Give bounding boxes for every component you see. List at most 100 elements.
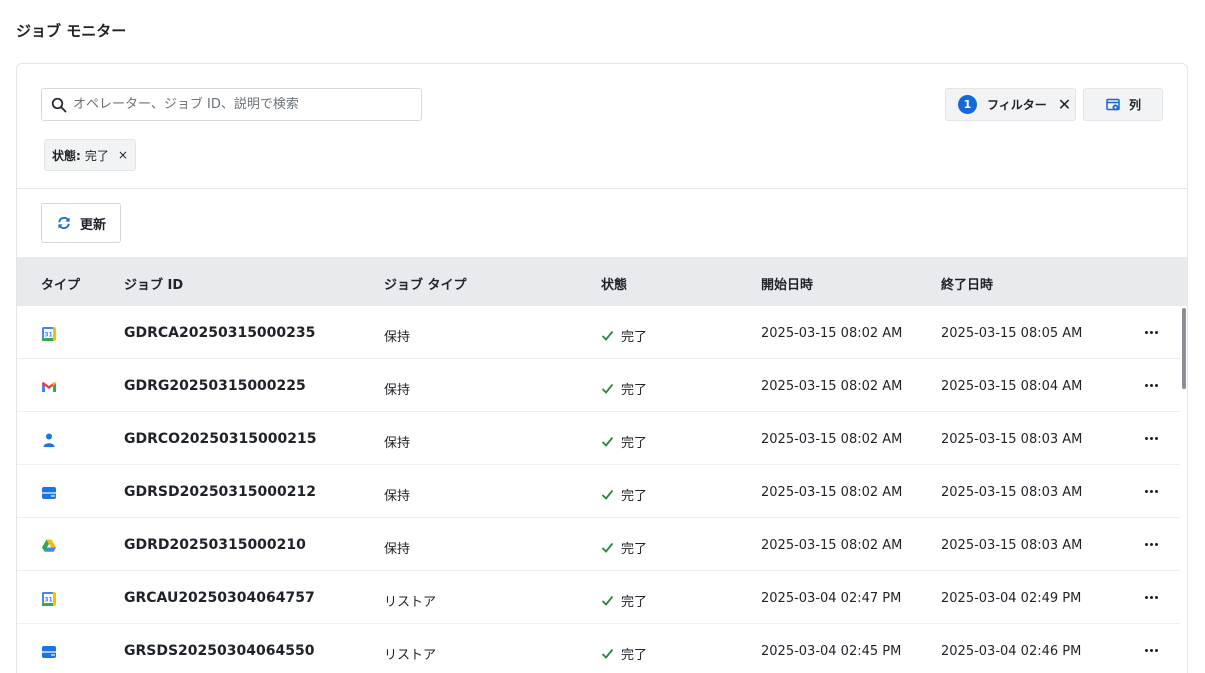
status-text: 完了 [621,648,648,663]
start-time-cell: 2025-03-04 02:45 PM [761,644,902,659]
column-header-end[interactable]: 終了日時 [941,274,993,293]
end-time-cell: 2025-03-04 02:46 PM [941,644,1082,659]
google-drive-icon [41,538,57,554]
end-time-cell: 2025-03-04 02:49 PM [941,591,1082,606]
start-time-cell: 2025-03-04 02:47 PM [761,591,902,606]
google-calendar-icon: 31 [41,591,57,607]
gmail-icon [41,379,57,395]
column-header-type[interactable]: タイプ [41,274,80,293]
check-icon [601,383,614,394]
check-icon [601,436,614,447]
table-row[interactable]: GDRCO20250315000215 保持 完了 2025-03-15 08:… [17,412,1180,465]
columns-settings-icon [1106,98,1120,110]
status-cell: 完了 [601,432,647,451]
status-text: 完了 [621,383,648,398]
search-icon [51,97,67,112]
job-type-cell: 保持 [384,489,411,504]
refresh-button-label: 更新 [80,217,107,233]
columns-button[interactable]: 列 [1083,88,1163,121]
scrollbar-thumb[interactable] [1182,308,1186,389]
search-box[interactable] [41,88,422,121]
filter-button-label: フィルター [987,98,1047,112]
column-header-start[interactable]: 開始日時 [761,274,813,293]
table-row[interactable]: 31 GDRCA20250315000235 保持 完了 2025-03-15 … [17,306,1180,359]
status-text: 完了 [621,489,648,504]
remove-filter-icon[interactable]: × [118,148,128,162]
table-row[interactable]: GDRG20250315000225 保持 完了 2025-03-15 08:0… [17,359,1180,412]
active-filter-chip: 状態: 完了 × [44,139,136,171]
job-id-cell[interactable]: GRSDS20250304064550 [124,643,314,659]
start-time-cell: 2025-03-15 08:02 AM [761,485,903,500]
columns-button-label: 列 [1129,98,1142,112]
status-cell: 完了 [601,591,647,610]
filter-button[interactable]: 1 フィルター ✕ [945,88,1076,121]
clear-filters-icon[interactable]: ✕ [1058,96,1071,113]
row-more-actions-icon[interactable] [1141,377,1161,393]
column-header-job-type[interactable]: ジョブ タイプ [384,274,467,293]
row-more-actions-icon[interactable] [1141,642,1161,658]
table-header: タイプ ジョブ ID ジョブ タイプ 状態 開始日時 終了日時 [17,257,1187,306]
start-time-cell: 2025-03-15 08:02 AM [761,326,903,341]
status-cell: 完了 [601,379,647,398]
check-icon [601,330,614,341]
shared-drive-icon [41,485,57,501]
job-type-cell: 保持 [384,542,411,557]
status-cell: 完了 [601,485,647,504]
svg-text:31: 31 [44,596,52,603]
table-row[interactable]: GDRD20250315000210 保持 完了 2025-03-15 08:0… [17,518,1180,571]
job-id-cell[interactable]: GDRD20250315000210 [124,537,306,553]
table-row[interactable]: GRSDS20250304064550 リストア 完了 2025-03-04 0… [17,624,1180,673]
end-time-cell: 2025-03-15 08:03 AM [941,485,1083,500]
row-more-actions-icon[interactable] [1141,483,1161,499]
status-text: 完了 [621,595,648,610]
job-id-cell[interactable]: GDRG20250315000225 [124,378,306,394]
job-type-cell: 保持 [384,330,411,345]
check-icon [601,542,614,553]
end-time-cell: 2025-03-15 08:03 AM [941,432,1083,447]
job-monitor-card: 1 フィルター ✕ 列 状態: 完了 × 更新 タイプ ジョブ ID ジョブ タ… [16,63,1188,673]
search-input[interactable] [73,97,413,112]
table-body: 31 GDRCA20250315000235 保持 完了 2025-03-15 … [17,306,1180,673]
row-more-actions-icon[interactable] [1141,536,1161,552]
start-time-cell: 2025-03-15 08:02 AM [761,379,903,394]
status-cell: 完了 [601,644,647,663]
column-header-status[interactable]: 状態 [601,274,627,293]
filter-chip-value: 完了 [84,148,109,163]
job-id-cell[interactable]: GDRCA20250315000235 [124,325,315,341]
status-cell: 完了 [601,326,647,345]
job-type-cell: 保持 [384,436,411,451]
refresh-icon [58,217,70,229]
row-more-actions-icon[interactable] [1141,430,1161,446]
toolbar-divider [17,188,1187,189]
end-time-cell: 2025-03-15 08:05 AM [941,326,1083,341]
job-type-cell: 保持 [384,383,411,398]
job-type-cell: リストア [384,648,437,663]
check-icon [601,489,614,500]
job-id-cell[interactable]: GDRCO20250315000215 [124,431,316,447]
column-header-job-id[interactable]: ジョブ ID [124,274,183,293]
row-more-actions-icon[interactable] [1141,589,1161,605]
status-text: 完了 [621,542,648,557]
job-id-cell[interactable]: GRCAU20250304064757 [124,590,315,606]
table-row[interactable]: GDRSD20250315000212 保持 完了 2025-03-15 08:… [17,465,1180,518]
status-text: 完了 [621,330,648,345]
status-text: 完了 [621,436,648,451]
filter-chip-label: 状態: [52,148,81,163]
job-id-cell[interactable]: GDRSD20250315000212 [124,484,316,500]
contacts-icon [41,432,57,448]
job-type-cell: リストア [384,595,437,610]
filter-count-badge: 1 [958,95,977,114]
shared-drive-icon [41,644,57,660]
check-icon [601,595,614,606]
google-calendar-icon: 31 [41,326,57,342]
row-more-actions-icon[interactable] [1141,324,1161,340]
table-row[interactable]: 31 GRCAU20250304064757 リストア 完了 2025-03-0… [17,571,1180,624]
refresh-button[interactable]: 更新 [41,203,121,243]
status-cell: 完了 [601,538,647,557]
check-icon [601,648,614,659]
svg-text:31: 31 [44,331,52,338]
end-time-cell: 2025-03-15 08:04 AM [941,379,1083,394]
end-time-cell: 2025-03-15 08:03 AM [941,538,1083,553]
page-title: ジョブ モニター [16,22,127,40]
start-time-cell: 2025-03-15 08:02 AM [761,538,903,553]
